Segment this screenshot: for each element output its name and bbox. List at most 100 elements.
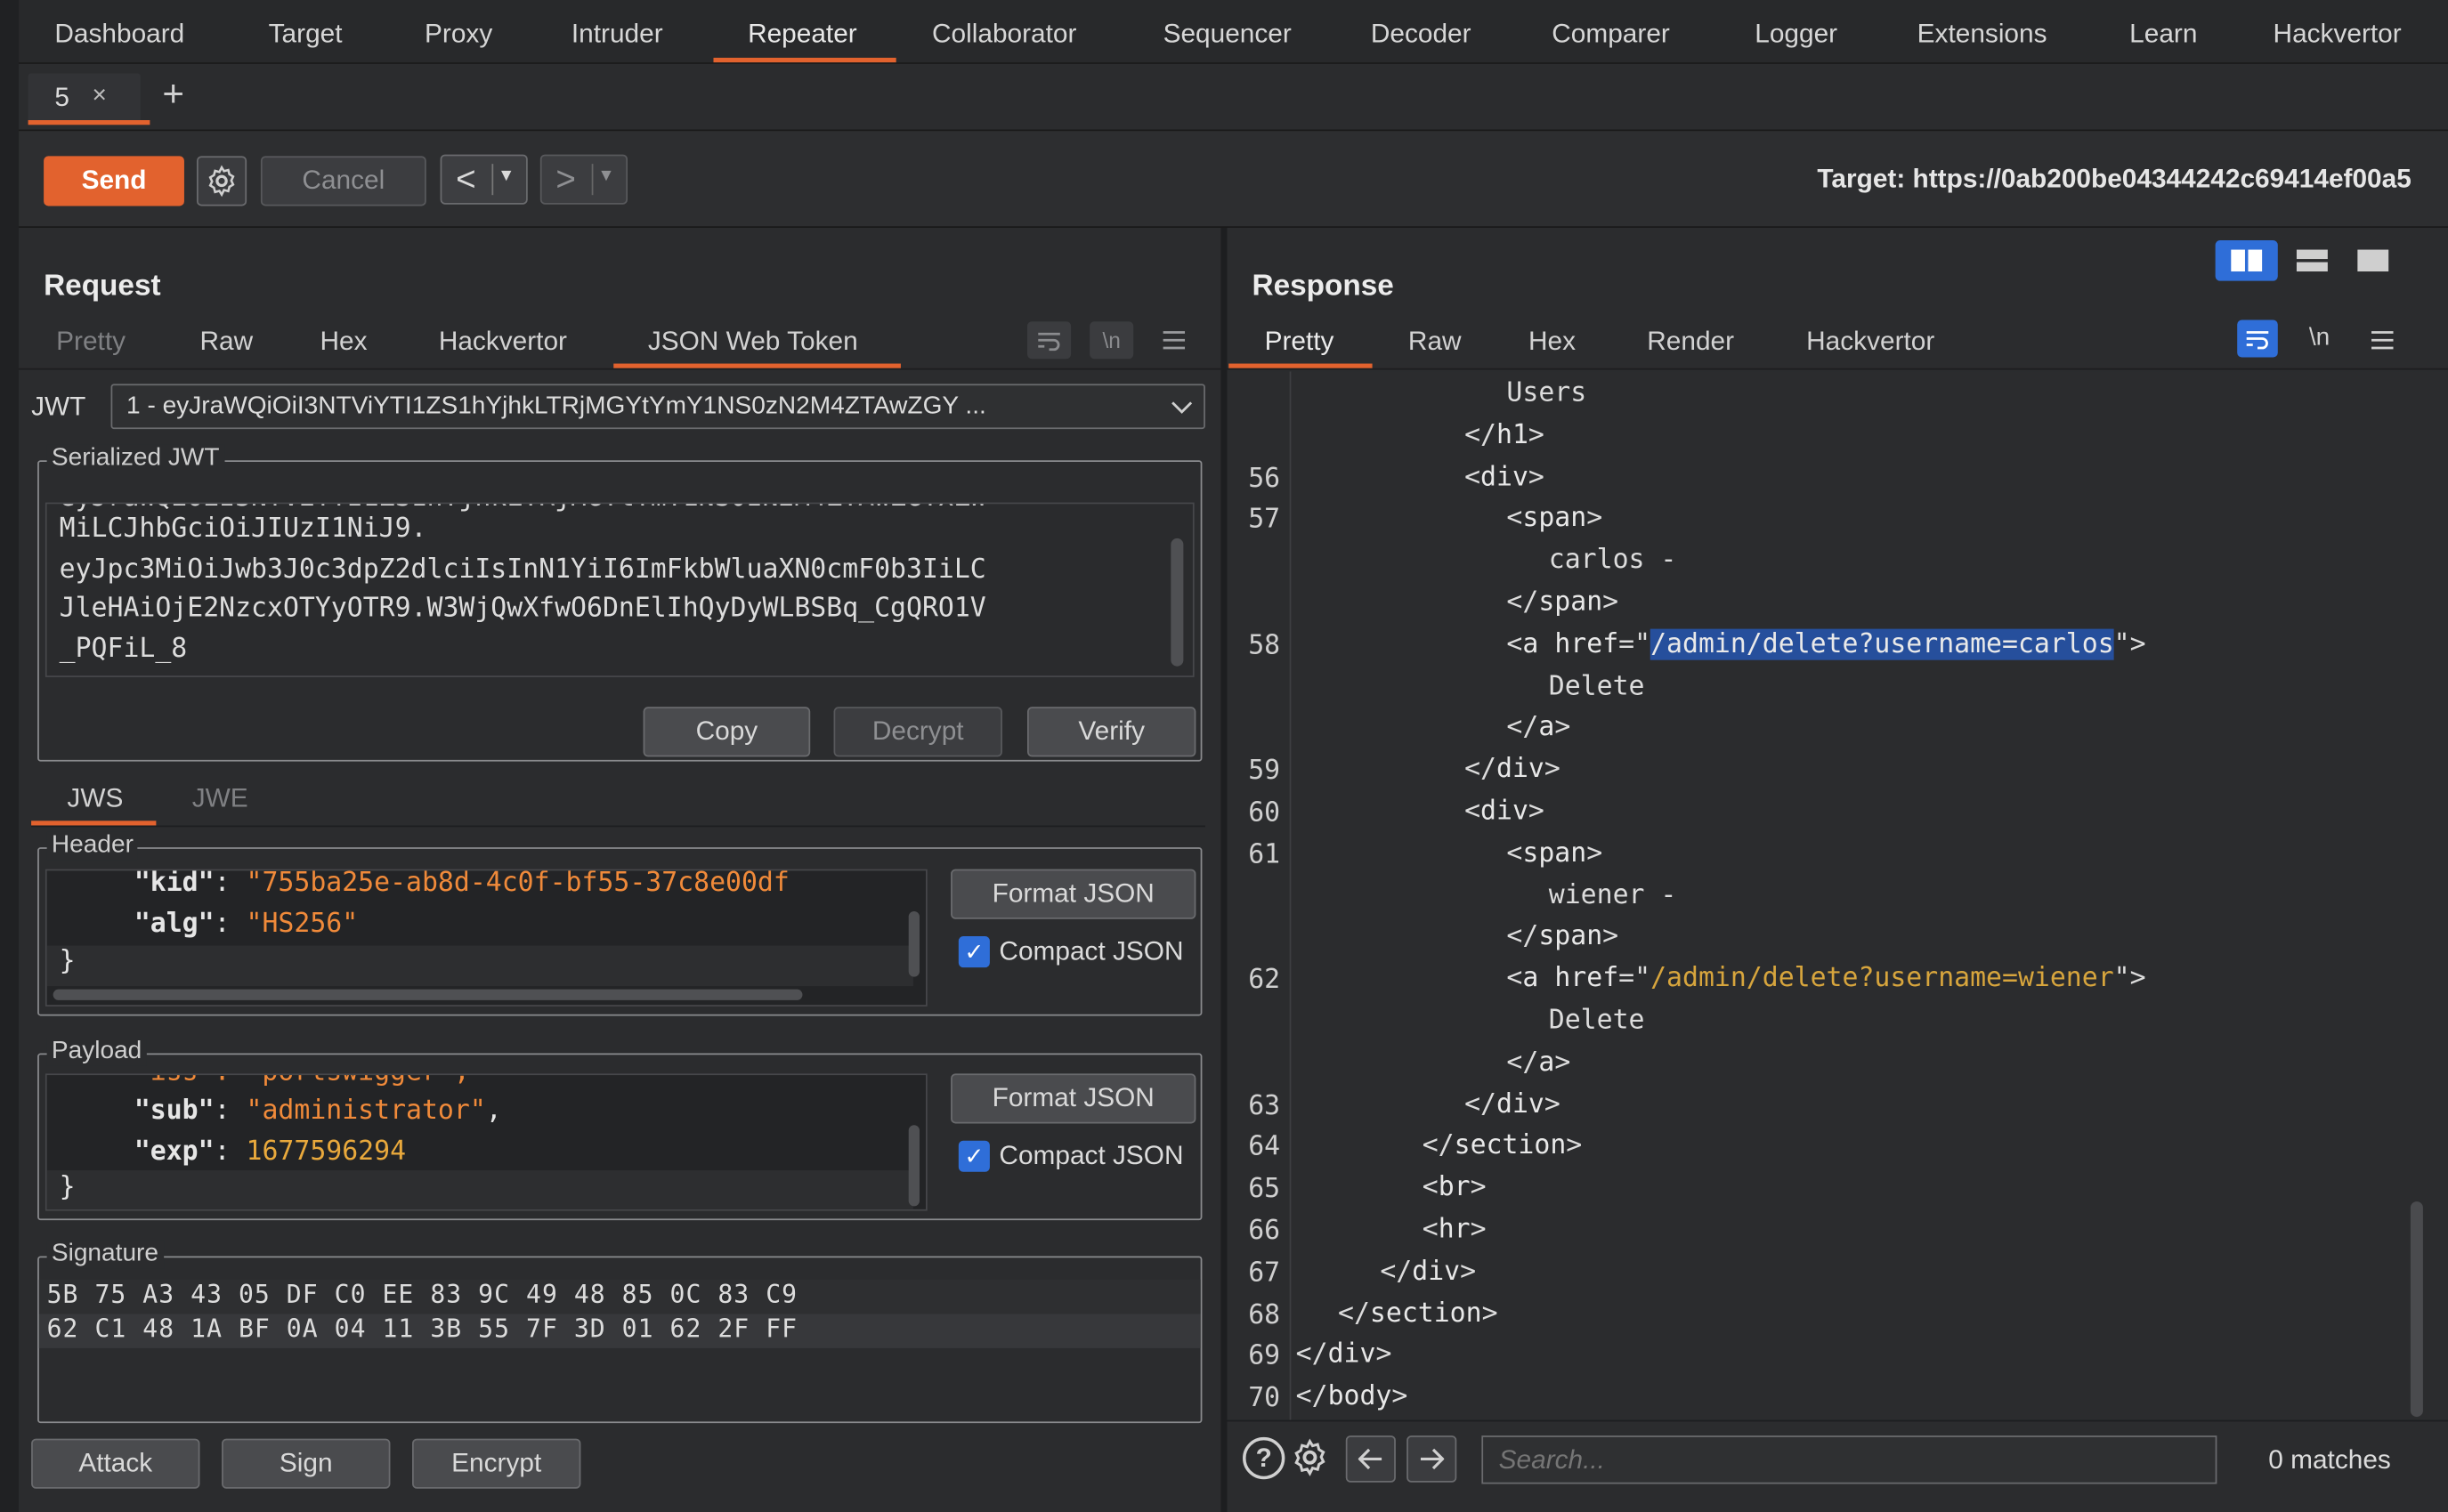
code-token: Delete xyxy=(1548,670,1645,702)
menu-tab-sequencer[interactable]: Sequencer xyxy=(1163,19,1292,50)
back-dropdown-icon[interactable]: ▾ xyxy=(501,162,511,187)
header-editor[interactable]: "kid": "755ba25e-ab8d-4c0f-bf55-37c8e00d… xyxy=(45,869,928,1007)
serialized-jwt-textarea[interactable]: eyJraWQiOiI3NTViYTI1ZS1hYjhkLTRjMGYtYmY1… xyxy=(45,502,1195,677)
code-line: <br> xyxy=(1423,1172,1487,1203)
code-token: /admin/delete?username=wiener xyxy=(1650,963,2114,995)
payload-editor[interactable]: "iss": "portswigger", "sub": "administra… xyxy=(45,1073,928,1211)
sign-button[interactable]: Sign xyxy=(222,1438,391,1489)
newline-icon[interactable]: \n xyxy=(1090,321,1134,360)
search-input[interactable] xyxy=(1481,1435,2217,1484)
tab-jwe[interactable]: JWE xyxy=(192,783,248,814)
header-compact-json-checkbox[interactable]: ✓ xyxy=(958,936,990,968)
header-vscrollbar[interactable] xyxy=(908,910,920,977)
response-menu-icon[interactable] xyxy=(2367,323,2398,358)
code-token: </ xyxy=(1422,1130,1455,1162)
payload-partial-line: "iss": "portswigger", xyxy=(134,1075,470,1088)
payload-format-json-button[interactable]: Format JSON xyxy=(951,1073,1196,1124)
serialized-scrollbar[interactable] xyxy=(1171,538,1184,667)
response-tab-raw[interactable]: Raw xyxy=(1408,326,1462,357)
menu-tab-intruder[interactable]: Intruder xyxy=(571,19,663,50)
menu-tab-decoder[interactable]: Decoder xyxy=(1371,19,1471,50)
request-tab-json-web-token[interactable]: JSON Web Token xyxy=(648,326,858,357)
menu-tab-comparer[interactable]: Comparer xyxy=(1552,19,1670,50)
code-token: div xyxy=(1480,461,1528,493)
search-settings-gear-icon[interactable] xyxy=(1290,1437,1333,1481)
menu-tab-collaborator[interactable]: Collaborator xyxy=(932,19,1076,50)
search-next-icon[interactable] xyxy=(1406,1435,1457,1483)
send-button[interactable]: Send xyxy=(44,156,184,206)
json-line: "exp": 1677596294 xyxy=(134,1136,406,1167)
code-line: </span> xyxy=(1506,586,1618,618)
attack-button[interactable]: Attack xyxy=(31,1438,200,1489)
target-url[interactable]: Target: https://0ab200be04344242c69414ef… xyxy=(1817,164,2411,195)
menu-tab-learn[interactable]: Learn xyxy=(2129,19,2197,50)
header-format-json-button[interactable]: Format JSON xyxy=(951,869,1196,919)
copy-button[interactable]: Copy xyxy=(643,707,811,757)
json-separator: : xyxy=(214,1095,247,1127)
response-scrollbar[interactable] xyxy=(2410,1201,2423,1418)
encrypt-button[interactable]: Encrypt xyxy=(412,1438,581,1489)
menu-tab-target[interactable]: Target xyxy=(269,19,343,50)
menu-tab-extensions[interactable]: Extensions xyxy=(1917,19,2047,50)
code-token: </ xyxy=(1338,1298,1370,1330)
response-newline-icon[interactable]: \n xyxy=(2309,325,2330,353)
decrypt-button[interactable]: Decrypt xyxy=(833,707,1002,757)
json-value: "administrator" xyxy=(246,1095,486,1127)
help-icon[interactable]: ? xyxy=(1243,1436,1285,1480)
code-token: < xyxy=(1506,963,1523,995)
response-tab-hackvertor[interactable]: Hackvertor xyxy=(1806,326,1934,357)
split-horizontal-icon[interactable] xyxy=(2215,240,2278,281)
forward-dropdown-icon[interactable]: ▾ xyxy=(601,162,611,187)
menu-icon[interactable] xyxy=(1157,321,1192,359)
code-line: </div> xyxy=(1464,1088,1560,1120)
code-line: </span> xyxy=(1506,921,1618,952)
menu-tab-logger[interactable]: Logger xyxy=(1755,19,1837,50)
close-tab-icon[interactable]: × xyxy=(92,83,106,111)
code-line: Delete xyxy=(1549,1005,1645,1036)
single-pane-icon[interactable] xyxy=(2347,240,2400,281)
code-token: < xyxy=(1464,461,1481,493)
json-separator: : xyxy=(214,1136,247,1168)
search-previous-icon[interactable] xyxy=(1345,1435,1396,1483)
response-wrap-lines-icon[interactable] xyxy=(2237,319,2278,358)
payload-compact-json-checkbox[interactable]: ✓ xyxy=(958,1140,990,1172)
code-token: </ xyxy=(1464,754,1496,786)
response-tab-pretty[interactable]: Pretty xyxy=(1265,326,1334,357)
menu-tab-dashboard[interactable]: Dashboard xyxy=(54,19,184,50)
menu-tab-repeater[interactable]: Repeater xyxy=(748,19,857,50)
request-tab-hackvertor[interactable]: Hackvertor xyxy=(439,326,567,357)
payload-vscrollbar[interactable] xyxy=(908,1125,920,1207)
code-token: a xyxy=(1522,628,1539,660)
code-token: </ xyxy=(1506,1047,1539,1079)
code-token: href xyxy=(1554,628,1619,660)
settings-gear-icon[interactable] xyxy=(196,156,247,206)
cancel-button[interactable]: Cancel xyxy=(260,156,426,206)
repeater-tab-label: 5 xyxy=(54,82,69,113)
response-tab-render[interactable]: Render xyxy=(1647,326,1734,357)
request-tab-pretty[interactable]: Pretty xyxy=(56,326,126,357)
pane-divider[interactable] xyxy=(1220,227,1228,1512)
add-tab-icon[interactable]: + xyxy=(162,73,184,117)
request-tab-hex[interactable]: Hex xyxy=(320,326,368,357)
header-group: Header "kid": "755ba25e-ab8d-4c0f-bf55-3… xyxy=(37,831,1203,1016)
code-line: <span> xyxy=(1506,503,1602,534)
code-token: > xyxy=(1528,419,1544,451)
response-tab-hex[interactable]: Hex xyxy=(1528,326,1576,357)
wrap-lines-icon[interactable] xyxy=(1027,321,1072,360)
menu-tab-hackvertor[interactable]: Hackvertor xyxy=(2274,19,2402,50)
verify-button[interactable]: Verify xyxy=(1027,707,1196,757)
menu-tab-proxy[interactable]: Proxy xyxy=(425,19,492,50)
serialized-jwt-line: eyJpc3MiOiJwb3J0c3dpZ2dlciIsInN1YiI6ImFk… xyxy=(59,553,986,585)
back-button[interactable]: < ▾ xyxy=(440,154,528,205)
request-tab-raw[interactable]: Raw xyxy=(199,326,253,357)
header-hscrollbar[interactable] xyxy=(53,989,803,1000)
split-vertical-icon[interactable] xyxy=(2286,240,2339,281)
tab-jws[interactable]: JWS xyxy=(67,783,123,814)
header-legend: Header xyxy=(46,831,139,861)
code-token: wiener - xyxy=(1548,879,1677,911)
forward-button[interactable]: > ▾ xyxy=(539,154,628,205)
repeater-tab-5[interactable]: 5 × xyxy=(28,73,150,125)
jwt-select[interactable]: 1 - eyJraWQiOiI3NTViYTI1ZS1hYjhkLTRjMGYt… xyxy=(110,384,1205,430)
code-line: <span> xyxy=(1506,837,1602,869)
